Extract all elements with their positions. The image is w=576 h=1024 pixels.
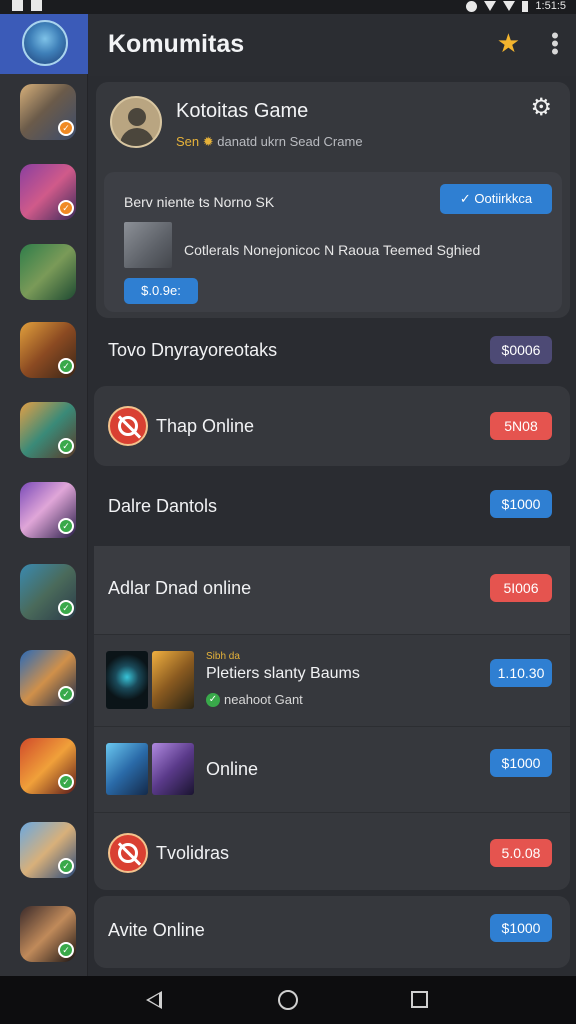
check-icon: ✓ bbox=[206, 693, 220, 707]
price-button[interactable]: $1000 bbox=[490, 914, 552, 942]
gear-icon[interactable]: ⚙ bbox=[530, 96, 552, 120]
badge-icon: ✓ bbox=[58, 774, 74, 790]
no-entry-icon bbox=[108, 833, 148, 873]
featured-description: Cotlerals Nonejonicoc N Raoua Teemed Sgh… bbox=[184, 242, 481, 258]
featured-title: Berv niente ts Norno SK bbox=[124, 194, 275, 210]
badge-icon: ✓ bbox=[58, 942, 74, 958]
more-vert-icon[interactable]: • • • bbox=[550, 25, 560, 63]
list-item[interactable]: Thap Online 5N08 bbox=[94, 386, 570, 466]
list-item-title: Avite Online bbox=[108, 920, 205, 940]
sidebar-item-profile[interactable] bbox=[0, 14, 88, 74]
list-item-title[interactable]: Dalre Dantols bbox=[108, 496, 217, 517]
badge-icon: ✓ bbox=[58, 358, 74, 374]
system-nav-bar bbox=[0, 976, 576, 1024]
notification-icon bbox=[12, 0, 23, 11]
profile-subtitle: Sen ✹ danatd ukrn Sead Crame bbox=[176, 134, 363, 149]
price-button[interactable]: $.0.9e: bbox=[124, 278, 198, 304]
sidebar-game-icon[interactable]: ✓ bbox=[20, 906, 76, 962]
star-icon[interactable]: ★ bbox=[497, 30, 520, 56]
wifi-icon bbox=[484, 1, 497, 11]
price-button[interactable]: 5I006 bbox=[490, 574, 552, 602]
game-thumbnail[interactable] bbox=[106, 743, 148, 795]
sidebar: ✓ ✓ ✓ ✓ ✓ ✓ ✓ ✓ ✓ ✓ bbox=[0, 14, 88, 976]
list-item-title: Online bbox=[206, 759, 259, 779]
badge-icon: ✓ bbox=[58, 518, 74, 534]
price-button[interactable]: 1.10.30 bbox=[490, 659, 552, 687]
notification-icon bbox=[31, 0, 42, 11]
battery-icon bbox=[522, 0, 529, 12]
price-button[interactable]: 5.0.08 bbox=[490, 839, 552, 867]
avatar[interactable] bbox=[110, 96, 162, 148]
sidebar-game-icon[interactable] bbox=[20, 244, 76, 300]
sidebar-game-icon[interactable]: ✓ bbox=[20, 822, 76, 878]
home-icon[interactable] bbox=[278, 990, 298, 1010]
no-entry-icon bbox=[108, 406, 148, 446]
sidebar-game-icon[interactable]: ✓ bbox=[20, 84, 76, 140]
check-icon: ✓ bbox=[459, 191, 471, 206]
game-thumbnail[interactable] bbox=[152, 743, 194, 795]
price-button[interactable]: $0006 bbox=[490, 336, 552, 364]
game-thumbnail[interactable] bbox=[152, 651, 194, 709]
status-bar: 1:51:5 bbox=[0, 0, 576, 14]
signal-icon bbox=[503, 1, 516, 11]
featured-card[interactable]: Berv niente ts Norno SK ✓ Ootiirkkca Cot… bbox=[104, 172, 562, 312]
page-title: Komumitas bbox=[108, 30, 245, 58]
sun-icon: ✹ bbox=[202, 134, 214, 149]
list-item-title: Tvolidras bbox=[156, 843, 230, 863]
sidebar-game-icon[interactable]: ✓ bbox=[20, 402, 76, 458]
badge-icon: ✓ bbox=[58, 686, 74, 702]
price-button[interactable]: $1000 bbox=[490, 490, 552, 518]
list-item-title: Adlar Dnad online bbox=[108, 578, 252, 598]
list-item-title[interactable]: Tovo Dnyrayoreotaks bbox=[108, 340, 277, 361]
badge-icon: ✓ bbox=[58, 438, 74, 454]
game-thumbnail[interactable] bbox=[124, 222, 172, 268]
sidebar-game-icon[interactable]: ✓ bbox=[20, 738, 76, 794]
sidebar-game-icon[interactable]: ✓ bbox=[20, 564, 76, 620]
avatar[interactable] bbox=[22, 20, 68, 66]
sidebar-game-icon[interactable]: ✓ bbox=[20, 322, 76, 378]
sidebar-game-icon[interactable]: ✓ bbox=[20, 164, 76, 220]
clock: 1:51:5 bbox=[535, 0, 566, 12]
list-item[interactable]: Adlar Dnad online 5I006 bbox=[94, 546, 570, 634]
badge-icon: ✓ bbox=[58, 858, 74, 874]
notify-button[interactable]: ✓ Ootiirkkca bbox=[440, 184, 552, 214]
sidebar-game-icon[interactable]: ✓ bbox=[20, 650, 76, 706]
game-thumbnail[interactable] bbox=[106, 651, 148, 709]
badge-icon: ✓ bbox=[58, 600, 74, 616]
sync-icon bbox=[466, 0, 478, 12]
list-item[interactable]: Online $1000 bbox=[94, 726, 570, 812]
price-button[interactable]: $1000 bbox=[490, 749, 552, 777]
list-item-title: Thap Online bbox=[156, 416, 255, 436]
list-item[interactable]: Avite Online $1000 bbox=[94, 896, 570, 968]
profile-name: Kotoitas Game bbox=[176, 100, 309, 122]
app-header: Komumitas ★ • • • bbox=[88, 14, 576, 76]
badge-icon: ✓ bbox=[58, 120, 74, 136]
list-item[interactable]: Tvolidras 5.0.08 bbox=[94, 812, 570, 890]
sidebar-game-icon[interactable]: ✓ bbox=[20, 482, 76, 538]
badge-icon: ✓ bbox=[58, 200, 74, 216]
profile-panel: Kotoitas Game Sen ✹ danatd ukrn Sead Cra… bbox=[96, 82, 570, 318]
recents-icon[interactable] bbox=[411, 991, 428, 1008]
item-status: neahoot Gant bbox=[224, 692, 303, 707]
back-icon[interactable] bbox=[146, 991, 162, 1009]
item-label: Sibh da bbox=[206, 651, 240, 662]
list-item-title: Pletiers slanty Baums bbox=[206, 665, 360, 682]
price-button[interactable]: 5N08 bbox=[490, 412, 552, 440]
list-item[interactable]: Sibh da Pletiers slanty Baums ✓ neahoot … bbox=[94, 634, 570, 726]
